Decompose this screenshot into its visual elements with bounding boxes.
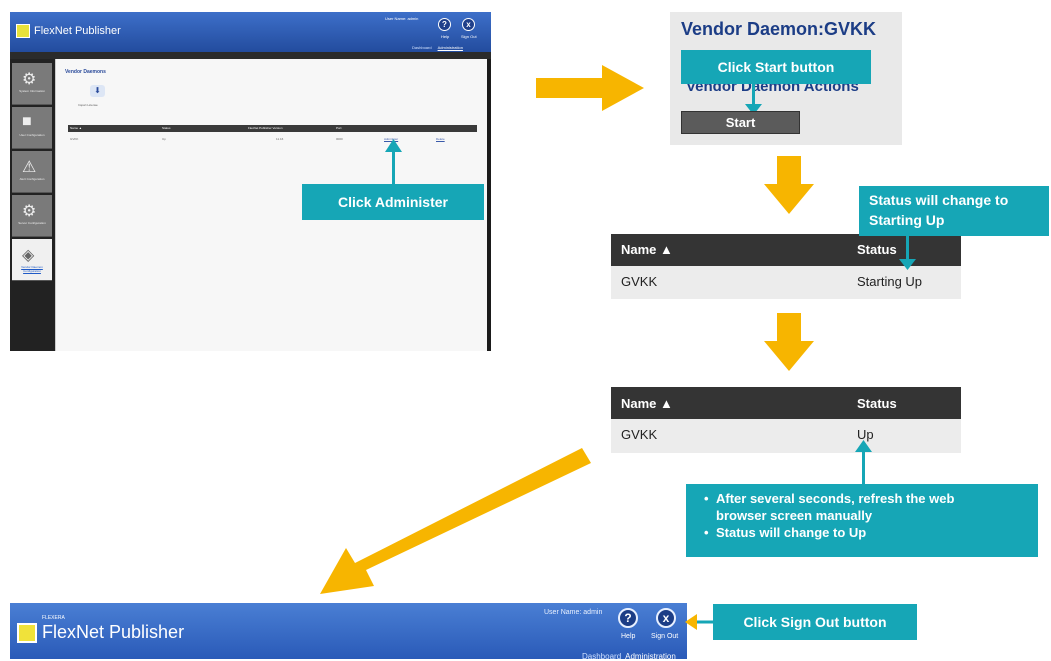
cell-version: 11.16 [276,137,284,141]
sidebar: ⚙ System Information ■ User Configuratio… [10,59,55,351]
flexera-brand-small: FLEXERA [42,615,65,621]
callout-text: After several seconds, refresh the web [716,491,955,506]
tab-dashboard[interactable]: Dashboard [582,652,621,661]
brand-name: FlexNet Publisher [34,25,121,37]
user-icon: ■ [22,113,32,130]
column-header-name[interactable]: Name ▲ [621,242,673,257]
flow-arrow-down-1 [764,156,814,214]
sign-out-icon[interactable]: x [656,608,676,628]
sidebar-item-label: System Information [19,89,45,93]
sidebar-item-vendor-daemon-configuration[interactable]: ◈ Vendor Daemon Configuration [12,239,52,281]
sidebar-item-label: Vendor Daemon Configuration [21,265,43,273]
column-header-version: FlexNet Publisher Version [248,126,283,130]
column-header-status: Status [162,126,171,130]
sidebar-item-label: Alert Configuration [19,177,45,181]
callout-bullet: Status will change to Up [704,524,1028,541]
help-label: Help [441,34,450,39]
sidebar-item-server-configuration[interactable]: ⚙ Server Configuration [12,195,52,237]
flow-arrow-down-left [320,448,591,594]
tab-dashboard[interactable]: Dashboard [412,45,432,50]
help-icon[interactable]: ? [438,18,451,31]
import-license-label[interactable]: Import License [78,103,98,107]
callout-text: Status will change to [716,525,849,540]
callout-text: Up [848,525,867,540]
flow-arrow-right [536,65,644,111]
alert-icon: ⚠ [22,159,37,176]
sidebar-item-user-configuration[interactable]: ■ User Configuration [12,107,52,149]
callout-status-starting-up: Status will change to Starting Up [859,186,1049,236]
callout-pointer-line [862,451,865,485]
import-license-icon[interactable]: ⬇ [90,85,105,97]
sign-out-label: Sign Out [461,34,477,39]
sign-out-label[interactable]: Sign Out [651,633,678,640]
callout-click-administer: Click Administer [302,184,484,220]
callout-click-sign-out: Click Sign Out button [713,604,917,640]
cell-status: Starting Up [857,274,923,289]
tab-administration[interactable]: Administration [625,652,676,661]
callout-pointer-arrowhead [385,139,402,152]
callout-line: Status will change to [869,192,1009,208]
callout-line: Starting Up [869,212,945,228]
cell-port: 0000 [336,137,343,141]
flow-arrow-down-2 [764,313,814,371]
callout-click-start: Click Start button [681,50,871,84]
callout-pointer-arrowhead [899,259,916,270]
page-title: Vendor Daemons [65,69,106,75]
callout-pointer-arrowhead [685,614,714,630]
column-header-port: Port [336,126,342,130]
help-icon[interactable]: ? [618,608,638,628]
cell-status: Up [162,137,166,141]
user-name: User Name: admin [544,609,603,616]
cell-name: GVKK [621,427,658,442]
column-header-name[interactable]: Name ▲ [70,126,82,130]
sidebar-item-system-information[interactable]: ⚙ System Information [12,63,52,105]
admin-screenshot: FlexNet Publisher User Name: admin ? Hel… [10,12,491,351]
vendor-daemon-title: Vendor Daemon:GVKK [681,19,877,39]
gear-icon: ⚙ [22,203,37,220]
callout-pointer-line [392,150,395,184]
callout-text: browser screen manually [716,508,873,523]
cell-name: GVKK [70,137,79,141]
column-header-status: Status [857,396,897,411]
brand-name: FlexNet Publisher [42,622,185,642]
start-button[interactable]: Start [681,111,800,134]
sidebar-item-label: Server Configuration [18,221,46,225]
flexnet-logo-icon [16,24,30,38]
sign-out-icon[interactable]: x [462,18,475,31]
tab-administration[interactable]: Administration [438,45,463,50]
delete-link[interactable]: Delete [436,137,445,141]
help-label[interactable]: Help [621,633,635,640]
callout-refresh-instructions: After several seconds, refresh the web br… [686,484,1038,557]
header-strip [10,52,491,59]
flexnet-logo-icon [17,623,37,643]
plug-icon: ◈ [22,247,35,264]
table-row [611,419,961,453]
cell-name: GVKK [621,274,658,289]
nav-tabs: Dashboard Administration [412,45,463,50]
column-header-name[interactable]: Name ▲ [621,396,673,411]
nav-tabs: Dashboard Administration [582,652,676,661]
sidebar-item-alert-configuration[interactable]: ⚠ Alert Configuration [12,151,52,193]
sidebar-item-label: User Configuration [19,133,45,137]
gear-icon: ⚙ [22,71,37,88]
column-header-status: Status [857,242,897,257]
user-name: User Name: admin [385,16,419,21]
callout-bullet: After several seconds, refresh the web br… [704,490,1028,524]
